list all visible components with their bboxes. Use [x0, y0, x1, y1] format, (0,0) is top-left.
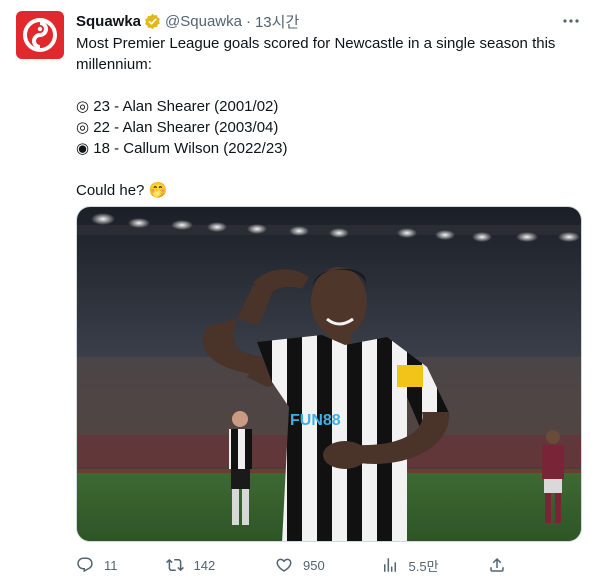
tweet-line-record-2: ◎ 22 - Alan Shearer (2003/04) [76, 119, 279, 136]
squawka-logo-icon [23, 18, 57, 52]
tweet-photo[interactable]: FUN88 [76, 206, 582, 542]
heart-icon [276, 558, 292, 572]
like-button[interactable]: 950 [275, 556, 380, 574]
view-count: 5.5만 [408, 558, 439, 574]
reply-count: 11 [104, 557, 118, 573]
retweet-count: 142 [193, 557, 216, 573]
tweet-line-record-3: ◉ 18 - Callum Wilson (2022/23) [76, 140, 288, 157]
retweet-icon [165, 558, 184, 572]
tweet-line-question: Could he? 🤭 [76, 182, 168, 199]
avatar[interactable] [16, 11, 64, 59]
author-name[interactable]: Squawka [76, 13, 141, 30]
share-button[interactable] [488, 556, 506, 574]
analytics-bar-icon [383, 558, 396, 572]
like-count: 950 [303, 557, 325, 573]
action-bar: 11 142 950 5.5만 [76, 553, 506, 577]
footballer-salute-photo: FUN88 [77, 207, 581, 541]
verified-badge-icon[interactable] [144, 13, 161, 30]
tweet-header: Squawka @Squawka · 13시간 [76, 10, 582, 32]
more-options-icon[interactable] [562, 12, 580, 30]
share-upload-icon [490, 557, 504, 572]
views-button[interactable]: 5.5만 [381, 556, 488, 575]
author-handle[interactable]: @Squawka [165, 13, 242, 30]
separator-dot: · [245, 12, 251, 30]
timestamp[interactable]: 13시간 [255, 11, 299, 32]
tweet-line-intro: Most Premier League goals scored for New… [76, 35, 556, 73]
sponsor-logo-text: FUN88 [290, 412, 341, 429]
reply-button[interactable]: 11 [76, 556, 166, 574]
tweet-line-record-1: ◎ 23 - Alan Shearer (2001/02) [76, 98, 279, 115]
reply-icon [77, 557, 93, 573]
tweet-text: Most Premier League goals scored for New… [76, 33, 576, 201]
retweet-button[interactable]: 142 [165, 556, 275, 574]
